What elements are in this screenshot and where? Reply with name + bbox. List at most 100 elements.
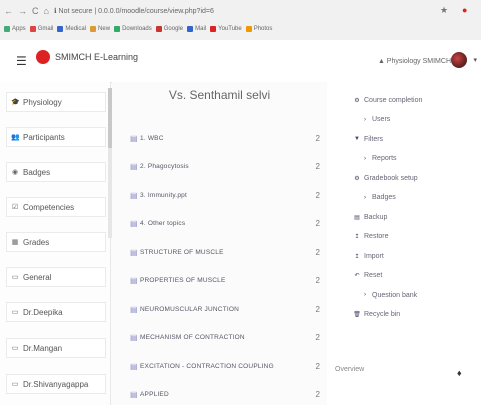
- folder-icon: ▭: [11, 309, 19, 316]
- site-logo[interactable]: [36, 50, 50, 64]
- admin-item-badges[interactable]: › Badges: [361, 192, 396, 204]
- admin-item-restore[interactable]: ↥ Restore: [353, 231, 389, 243]
- activity-link[interactable]: EXCITATION - CONTRACTION COUPLING: [140, 363, 310, 370]
- activity-row[interactable]: ▤ MECHANISM OF CONTRACTION 2: [130, 332, 320, 344]
- sidebar-item-dr-deepika[interactable]: ▭ Dr.Deepika: [6, 302, 106, 322]
- admin-item-label: Import: [364, 252, 384, 260]
- activity-link[interactable]: NEUROMUSCULAR JUNCTION: [140, 306, 310, 313]
- file-icon: ▤: [130, 162, 138, 171]
- activity-row[interactable]: ▤ PROPERTIES OF MUSCLE 2: [130, 275, 320, 287]
- bookmark-item[interactable]: Downloads: [114, 26, 152, 32]
- course-section-title: Vs. Senthamil selvi: [168, 88, 271, 102]
- folder-icon: ▭: [11, 274, 19, 281]
- reload-icon[interactable]: C: [32, 6, 39, 16]
- activity-link[interactable]: 1. WBC: [140, 135, 310, 142]
- admin-item-label: Gradebook setup: [364, 174, 418, 182]
- admin-item-label: Question bank: [372, 291, 418, 299]
- bookmark-item[interactable]: Apps: [4, 26, 26, 32]
- address-bar[interactable]: ℹ Not secure | 0.0.0.0/moodle/course/vie…: [54, 7, 214, 15]
- activity-row[interactable]: ▤ 2. Phagocytosis 2: [130, 161, 320, 173]
- bookmark-label: YouTube: [218, 26, 242, 32]
- activity-row[interactable]: ▤ EXCITATION - CONTRACTION COUPLING 2: [130, 360, 320, 372]
- star-icon[interactable]: ★: [440, 5, 448, 16]
- activity-row[interactable]: ▤ 1. WBC 2: [130, 132, 320, 144]
- site-header: ☰ SMIMCH E-Learning ▲ Physiology SMIMCH …: [0, 40, 481, 83]
- admin-item-label: Users: [372, 116, 391, 123]
- back-icon[interactable]: ←: [4, 6, 13, 16]
- admin-item-gradebook-setup[interactable]: ⚙ Gradebook setup: [353, 172, 418, 184]
- activity-link[interactable]: PROPERTIES OF MUSCLE: [140, 277, 310, 284]
- bookmark-item[interactable]: Medical: [57, 26, 86, 32]
- admin-item-label: Filters: [364, 135, 384, 143]
- user-menu-name[interactable]: ▲ Physiology SMIMCH: [378, 58, 451, 65]
- file-icon: ▤: [130, 361, 138, 371]
- activity-count: 2: [315, 304, 320, 314]
- add-block-icon[interactable]: ♦: [457, 368, 462, 378]
- activity-link[interactable]: MECHANISM OF CONTRACTION: [140, 334, 310, 341]
- activity-link[interactable]: APPLIED: [140, 391, 310, 398]
- activity-count: 2: [315, 190, 320, 200]
- sidebar-item-dr-shivanyagappa[interactable]: ▭ Dr.Shivanyagappa: [6, 374, 106, 394]
- activity-link[interactable]: 2. Phagocytosis: [140, 163, 310, 170]
- activity-row[interactable]: ▤ 3. Immunity.ppt 2: [130, 189, 320, 201]
- sidebar-item-label: Grades: [23, 237, 50, 247]
- bookmark-label: Downloads: [122, 26, 152, 32]
- activity-row[interactable]: ▤ NEUROMUSCULAR JUNCTION 2: [130, 303, 320, 315]
- sidebar-item-badges[interactable]: ◉ Badges: [6, 162, 106, 182]
- forward-icon[interactable]: →: [18, 6, 27, 16]
- admin-item-question-bank[interactable]: › Question bank: [361, 289, 417, 301]
- activity-link[interactable]: STRUCTURE OF MUSCLE: [140, 249, 310, 256]
- sidebar-item-participants[interactable]: 👥 Participants: [6, 127, 106, 147]
- activity-count: 2: [315, 361, 320, 371]
- bookmark-item[interactable]: Google: [155, 26, 184, 32]
- admin-item-filters[interactable]: ▼ Filters: [353, 133, 383, 145]
- admin-item-reports[interactable]: › Reports: [361, 153, 397, 165]
- sidebar-item-physiology[interactable]: 🎓 Physiology: [6, 92, 106, 112]
- bookmark-label: Mail: [195, 26, 207, 32]
- overview-label: Overview: [335, 366, 365, 373]
- admin-item-label: Backup: [364, 213, 388, 221]
- sidebar-item-dr-mangan[interactable]: ▭ Dr.Mangan: [6, 338, 106, 358]
- file-icon: ▤: [130, 390, 138, 399]
- sidebar-item-competencies[interactable]: ☑ Competencies: [6, 197, 106, 217]
- activity-link[interactable]: 4. Other topics: [140, 220, 310, 227]
- bookmark-item[interactable]: Photos: [245, 26, 272, 32]
- home-icon[interactable]: ⌂: [44, 6, 49, 16]
- browser-nav: ← → C ⌂ ℹ Not secure | 0.0.0.0/moodle/co…: [4, 4, 214, 18]
- bookmark-label: New: [98, 26, 111, 32]
- activity-count: 2: [315, 133, 320, 143]
- admin-item-reset[interactable]: ↶ Reset: [353, 270, 382, 282]
- admin-item-recycle-bin[interactable]: 🗑 Recycle bin: [353, 309, 400, 321]
- bookmark-icon: [90, 26, 97, 32]
- activity-link[interactable]: 3. Immunity.ppt: [140, 192, 310, 199]
- badge-icon: ◉: [11, 169, 19, 176]
- bookmark-icon: [245, 26, 252, 32]
- sidebar-item-label: Badges: [23, 167, 51, 177]
- file-icon: ▤: [130, 304, 138, 314]
- sidebar-item-grades[interactable]: ▦ Grades: [6, 232, 106, 252]
- activity-row[interactable]: ▤ APPLIED 2: [130, 389, 320, 401]
- backup-icon: ▤: [354, 214, 360, 221]
- bookmark-item[interactable]: Gmail: [29, 26, 53, 32]
- admin-item-label: Restore: [364, 233, 389, 240]
- admin-item-backup[interactable]: ▤ Backup: [353, 211, 387, 223]
- chevron-right-icon: ›: [364, 155, 366, 162]
- chevron-down-icon[interactable]: ▾: [473, 56, 477, 64]
- avatar[interactable]: [451, 52, 467, 68]
- admin-item-import[interactable]: ↥ Import: [353, 250, 384, 262]
- hamburger-menu-icon[interactable]: ☰: [16, 54, 27, 68]
- site-brand[interactable]: SMIMCH E-Learning: [55, 52, 138, 62]
- bookmark-item[interactable]: Mail: [187, 26, 206, 32]
- admin-item-users[interactable]: › Users: [361, 114, 390, 126]
- activity-count: 2: [315, 276, 320, 285]
- bookmark-item[interactable]: New: [90, 26, 110, 32]
- sidebar-item-general[interactable]: ▭ General: [6, 267, 106, 287]
- activity-row[interactable]: ▤ 4. Other topics 2: [130, 218, 320, 230]
- bookmarks-bar: Apps Gmail Medical New Downloads Google Mail Yo…: [4, 22, 272, 36]
- bookmark-label: Google: [163, 26, 184, 32]
- extension-icon[interactable]: ●: [462, 5, 467, 15]
- admin-item-label: Badges: [372, 194, 396, 201]
- bookmark-item[interactable]: YouTube: [210, 26, 242, 32]
- activity-row[interactable]: ▤ STRUCTURE OF MUSCLE 2: [130, 246, 320, 258]
- admin-item-course-completion[interactable]: ⚙ Course completion: [353, 94, 422, 106]
